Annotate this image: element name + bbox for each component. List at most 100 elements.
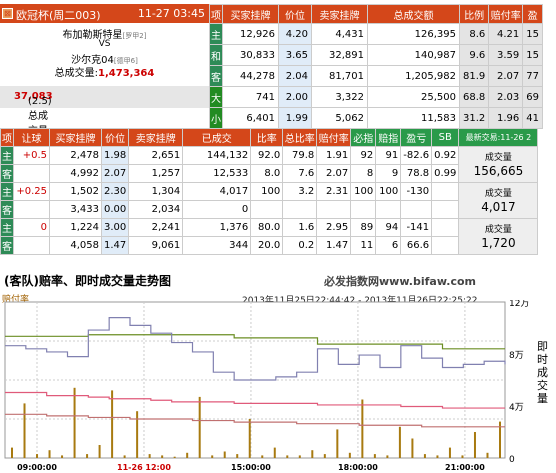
cell-done: 0 (182, 200, 252, 219)
volume-bar (261, 455, 264, 458)
cell-sb (431, 200, 460, 219)
cell-sell: 2,034 (128, 200, 184, 219)
volume-bar (323, 454, 326, 458)
row-label: 客 (209, 65, 223, 87)
cell-sell: 4,431 (311, 23, 368, 45)
col-bi: 必指 (350, 128, 377, 147)
volume-bar (111, 390, 114, 458)
volume-bar (123, 455, 126, 458)
cell-r: 100 (250, 182, 284, 201)
cell-tr: 1.6 (282, 218, 318, 237)
cell-pi: 9 (375, 164, 402, 183)
odds-row: 大 741 2.00 3,322 25,500 68.8 2.03 69 (209, 86, 543, 108)
cell-buy: 741 (222, 86, 279, 108)
cell-buy: 4,058 (49, 236, 102, 255)
volume-bar (136, 411, 139, 458)
chart-title: (客队)赔率、即时成交量走势图 (4, 274, 171, 288)
cell-sell: 3,322 (311, 86, 368, 108)
cell-price: 1.98 (100, 146, 130, 165)
cell-r: 80.0 (250, 218, 284, 237)
volume-bar (298, 455, 301, 458)
summary-value: 4,017 (481, 199, 516, 214)
y-tick-label: 12万 (509, 300, 529, 309)
volume-bar (11, 447, 13, 458)
volume-bar (198, 396, 201, 458)
cell-pl: 15 (522, 23, 543, 45)
cell-bi (350, 200, 377, 219)
volume-bar (36, 454, 39, 458)
col-handicap: 让球 (13, 128, 50, 147)
handicap-row: 客 4,058 1.47 9,061 344 20.0 0.2 1.47 11 6 66.6 (0, 236, 538, 255)
cell-ratio: 31.2 (458, 107, 490, 129)
cell-bi: 89 (350, 218, 377, 237)
cell-sell: 2,241 (128, 218, 184, 237)
row-label: 大 (209, 86, 223, 108)
row-label: 主 (0, 218, 14, 237)
x-tick-label: 21:00:00 (445, 463, 485, 472)
cell-buy: 1,502 (49, 182, 102, 201)
volume-summary: 成交量 4,017 (458, 182, 539, 219)
cell-bi: 8 (350, 164, 377, 183)
cell-pi: 94 (375, 218, 402, 237)
handicap-total: (2.5)总成交量:37,083 (0, 86, 209, 137)
handicap-table: 项 让球 买家挂牌 价位 卖家挂牌 已成交 比率 总比率 赔付率 必指 赔指 盈… (0, 128, 539, 255)
match-datetime: 11-27 03:45 (137, 7, 205, 20)
col-tr: 总比率 (282, 128, 318, 147)
cell-pay: 2.07 (316, 164, 352, 183)
latest-trade: 最新交易:11-26 2 (458, 128, 539, 147)
cell-price: 0.00 (100, 200, 130, 219)
volume-bar (236, 454, 239, 458)
cell-pl: -82.6 (400, 146, 433, 165)
odds-row: 主 12,926 4.20 4,431 126,395 8.6 4.21 15 (209, 23, 543, 45)
odds-row: 和 30,833 3.65 32,891 140,987 9.6 3.59 15 (209, 44, 543, 66)
volume-bar (373, 454, 376, 458)
cell-pl: 41 (522, 107, 543, 129)
cell-buy: 4,992 (49, 164, 102, 183)
cell-tr (282, 200, 318, 219)
cell-total: 1,205,982 (367, 65, 460, 87)
volume-bar (398, 426, 401, 458)
cell-r: 8.0 (250, 164, 284, 183)
cell-pl (400, 200, 433, 219)
cell-pl: 77 (522, 65, 543, 87)
cell-price: 2.04 (278, 65, 312, 87)
cell-rate: 2.03 (488, 86, 524, 108)
cell-r (250, 200, 284, 219)
row-label: 小 (209, 107, 223, 129)
col-ratio: 比例 (458, 4, 490, 24)
handicap-row: 主 +0.5 2,478 1.98 2,651 144,132 92.0 79.8 1.91 92… (0, 146, 539, 183)
cell-sell: 1,304 (128, 182, 184, 201)
cell-rate: 2.07 (488, 65, 524, 87)
volume-bar (173, 456, 176, 458)
volume-bar (61, 455, 64, 458)
col-r: 比率 (250, 128, 284, 147)
cell-done: 344 (182, 236, 252, 255)
summary-label: 成交量 (484, 188, 512, 199)
volume-bar (98, 445, 101, 458)
cell-buy: 3,433 (49, 200, 102, 219)
cell-pay: 1.47 (316, 236, 352, 255)
cell-sell: 32,891 (311, 44, 368, 66)
volume-bar (273, 447, 276, 458)
y-tick-label: 0 (509, 455, 515, 465)
y-tick-label: 8万 (509, 351, 524, 361)
cell-ratio: 68.8 (458, 86, 490, 108)
summary-label: 成交量 (484, 224, 512, 235)
row-label: 主 (0, 182, 14, 201)
cell-price: 3.65 (278, 44, 312, 66)
col-pay: 赔付率 (316, 128, 352, 147)
cell-buy: 12,926 (222, 23, 279, 45)
handicap-row: 客 3,433 0.00 2,034 0 (0, 200, 538, 219)
match-info: 布加勒斯特星[罗甲2] VS 沙尔克04[德甲6] 总成交量:1,473,364 (0, 23, 209, 81)
col-price: 价位 (100, 128, 130, 147)
col-item: 项 (209, 4, 223, 24)
total-volume: 总成交量:1,473,364 (54, 68, 155, 79)
x-tick-label: 15:00:00 (231, 463, 271, 472)
cell-pay (316, 200, 352, 219)
cell-price: 1.47 (100, 236, 130, 255)
collapse-icon[interactable]: ⊠ (2, 8, 13, 19)
volume-summary: 成交量 156,665 (458, 146, 539, 183)
cell-pay: 2.95 (316, 218, 352, 237)
cell-price: 4.20 (278, 23, 312, 45)
cell-bi: 100 (350, 182, 377, 201)
